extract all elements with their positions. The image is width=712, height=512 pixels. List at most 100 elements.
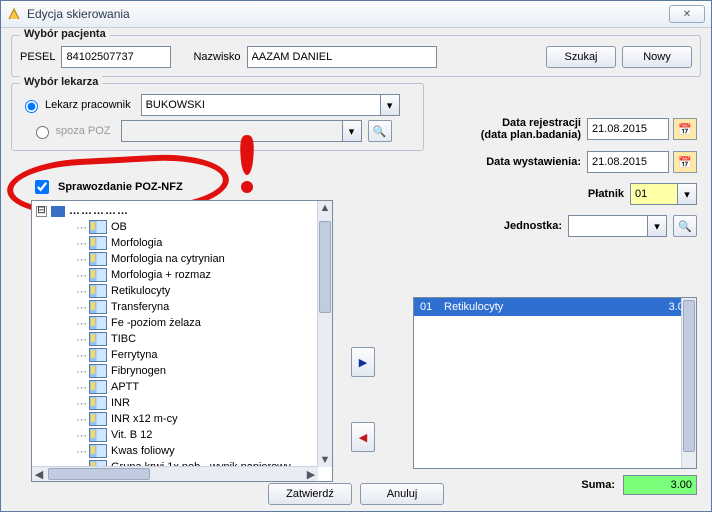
tree-item[interactable]: ⋯TIBC	[32, 331, 318, 347]
test-icon	[89, 252, 107, 266]
tree-item[interactable]: ⋯ APTT	[32, 379, 318, 395]
patient-group: Wybór pacjenta PESEL Nazwisko Szukaj Now…	[11, 35, 701, 77]
scroll-thumb[interactable]	[48, 468, 150, 480]
search-button[interactable]: Szukaj	[546, 46, 616, 68]
tree-item[interactable]: ⋯Fibrynogen	[32, 363, 318, 379]
tree-item[interactable]: ⋯Fe -poziom żelaza	[32, 315, 318, 331]
tree-item-label: Morfologia	[111, 237, 162, 249]
radio-outside[interactable]: spoza POZ	[31, 123, 111, 139]
tree-item-label: Kwas foliowy	[111, 445, 175, 457]
binoculars-icon[interactable]: 🔍	[368, 120, 392, 142]
tree-item[interactable]: ⋯Kwas foliowy	[32, 443, 318, 459]
calendar-icon[interactable]: 📅	[673, 151, 697, 173]
unit-row: Jednostka: ▾ 🔍	[397, 215, 697, 237]
tree-connector: ⋯	[76, 301, 87, 314]
scroll-up-icon[interactable]: ▲	[318, 201, 332, 215]
selected-code: 01	[420, 301, 444, 313]
test-icon	[89, 412, 107, 426]
test-icon	[89, 428, 107, 442]
chevron-left-icon: ◀	[359, 431, 367, 444]
doctor-legend: Wybór lekarza	[20, 76, 102, 88]
tree-item-label: TIBC	[111, 333, 136, 345]
radio-outside-input[interactable]	[36, 126, 49, 139]
tree-connector: ⋯	[76, 269, 87, 282]
radio-worker[interactable]: Lekarz pracownik	[20, 97, 131, 113]
tree-item[interactable]: ⋯Morfologia + rozmaz	[32, 267, 318, 283]
tree-item[interactable]: ⋯INR	[32, 395, 318, 411]
collapse-icon[interactable]: ⊟	[36, 206, 47, 217]
tree-item-label: Morfologia na cytrynian	[111, 253, 225, 265]
tree-hscrollbar[interactable]: ◀ ▶	[32, 466, 318, 481]
unit-combo[interactable]	[568, 215, 648, 237]
tree-connector: ⋯	[76, 381, 87, 394]
tree-item[interactable]: ⋯Vit. B 12	[32, 427, 318, 443]
radio-worker-label: Lekarz pracownik	[45, 99, 131, 111]
scroll-down-icon[interactable]: ▼	[318, 453, 332, 467]
tree-item[interactable]: ⋯Ferrytyna	[32, 347, 318, 363]
remove-button[interactable]: ◀	[351, 422, 375, 452]
payer-row: Płatnik ▾	[397, 183, 697, 205]
payer-combo[interactable]	[630, 183, 678, 205]
tree-item[interactable]: ⋯Transferyna	[32, 299, 318, 315]
reg-date-input[interactable]	[587, 118, 669, 140]
surname-input[interactable]	[247, 46, 437, 68]
doctor-worker-combo[interactable]	[141, 94, 381, 116]
tree-item[interactable]: ⋯OB	[32, 219, 318, 235]
doctor-outside-combo[interactable]	[121, 120, 343, 142]
radio-outside-label: spoza POZ	[56, 125, 111, 137]
test-icon	[89, 380, 107, 394]
tree-vscrollbar[interactable]: ▲ ▼	[317, 201, 332, 467]
radio-worker-input[interactable]	[25, 100, 38, 113]
tree-item-label: Retikulocyty	[111, 285, 170, 297]
confirm-button[interactable]: Zatwierdź	[268, 483, 352, 505]
tests-tree[interactable]: ⊟ …………… ⋯OB⋯Morfologia⋯Morfologia na cyt…	[31, 200, 333, 482]
tree-connector: ⋯	[76, 397, 87, 410]
selected-vscrollbar[interactable]	[681, 298, 696, 468]
tree-item[interactable]: ⋯Morfologia	[32, 235, 318, 251]
pesel-label: PESEL	[20, 51, 55, 63]
cancel-button[interactable]: Anuluj	[360, 483, 444, 505]
calendar-icon[interactable]: 📅	[673, 118, 697, 140]
reg-date-row: Data rejestracji (data plan.badania) 📅	[397, 117, 697, 141]
payer-label: Płatnik	[588, 188, 624, 200]
doctor-group: Wybór lekarza Lekarz pracownik ▾ x spoza…	[11, 83, 424, 151]
selected-row[interactable]: 01Retikulocyty3.00	[414, 298, 696, 316]
scroll-left-icon[interactable]: ◀	[32, 467, 46, 481]
scroll-right-icon[interactable]: ▶	[304, 467, 318, 481]
doctor-row2: x spoza POZ ▾ 🔍	[20, 120, 415, 142]
chevron-right-icon: ▶	[359, 356, 367, 369]
binoculars-icon[interactable]: 🔍	[673, 215, 697, 237]
tree-item[interactable]: ⋯ Retikulocyty	[32, 283, 318, 299]
chevron-down-icon[interactable]: ▾	[678, 183, 697, 205]
tree-item-label: Fe -poziom żelaza	[111, 317, 201, 329]
tree-item-label: APTT	[111, 381, 139, 393]
scroll-thumb[interactable]	[319, 221, 331, 313]
window-close-button[interactable]: ✕	[669, 5, 705, 23]
selected-panel[interactable]: 01Retikulocyty3.00	[413, 297, 697, 469]
tree-connector: ⋯	[76, 413, 87, 426]
chevron-down-icon[interactable]: ▾	[648, 215, 667, 237]
doctor-row1: Lekarz pracownik ▾	[20, 94, 415, 116]
folder-icon	[51, 206, 65, 217]
pesel-input[interactable]	[61, 46, 171, 68]
poz-nfz-label: Sprawozdanie POZ-NFZ	[58, 181, 183, 193]
patient-row: PESEL Nazwisko Szukaj Nowy	[20, 46, 692, 68]
poz-nfz-checkbox[interactable]	[35, 180, 49, 194]
patient-legend: Wybór pacjenta	[20, 28, 110, 40]
tree-root-item[interactable]: ⊟ ……………	[32, 203, 318, 219]
test-icon	[89, 316, 107, 330]
chevron-down-icon[interactable]: ▾	[343, 120, 362, 142]
dialog-window: Edycja skierowania ✕ Wybór pacjenta PESE…	[0, 0, 712, 512]
issue-date-input[interactable]	[587, 151, 669, 173]
tree-item[interactable]: ⋯Morfologia na cytrynian	[32, 251, 318, 267]
tree-connector: ⋯	[76, 285, 87, 298]
add-button[interactable]: ▶	[351, 347, 375, 377]
test-icon	[89, 444, 107, 458]
reg-date-label-1: Data rejestracji	[481, 117, 581, 129]
tree-item[interactable]: ⋯INR x12 m-cy	[32, 411, 318, 427]
new-button[interactable]: Nowy	[622, 46, 692, 68]
test-icon	[89, 396, 107, 410]
test-icon	[89, 236, 107, 250]
test-icon	[89, 300, 107, 314]
scroll-thumb[interactable]	[683, 300, 695, 452]
